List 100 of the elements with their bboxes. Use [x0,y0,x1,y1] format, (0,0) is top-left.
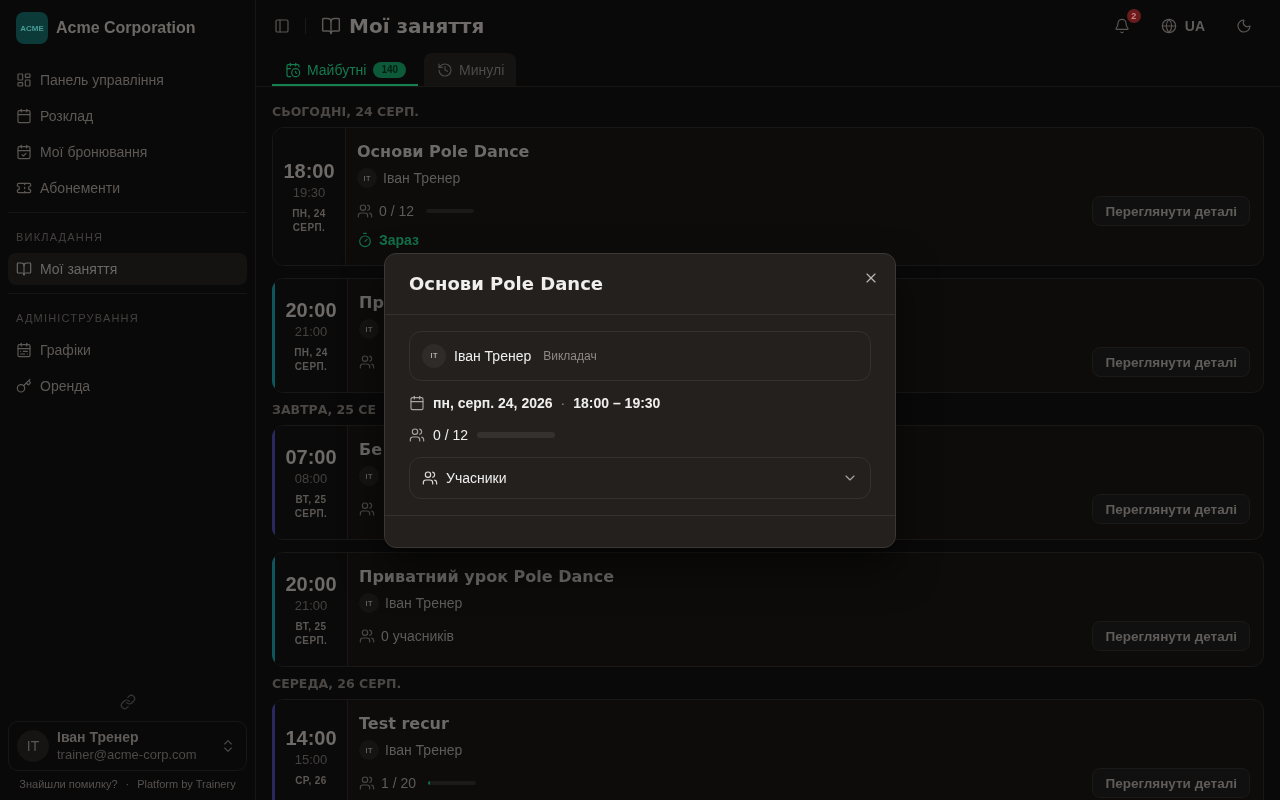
date-label: ВТ, 25 [295,619,327,634]
end-time: 15:00 [294,750,328,769]
globe-icon [1160,18,1177,34]
session-time: 18:00 – 19:30 [573,393,661,413]
book-icon [321,16,341,36]
start-time: 18:00 [283,158,335,183]
users-icon [359,501,375,517]
modal-title: Основи Pole Dance [409,271,604,296]
logo: ACME [16,12,48,44]
session-title: Пр [359,292,384,314]
separator: · [560,393,566,413]
page-title: Мої заняття [349,13,485,39]
instructor-name: Іван Тренер [454,346,532,366]
users-icon [422,469,438,486]
start-time: 20:00 [285,571,337,596]
day-heading: ЗАВТРА, 25 СЕ [272,401,376,419]
capacity-count: 0 / 12 [433,425,469,445]
calendar-icon [16,108,32,124]
section-label: АДМІНІСТРУВАННЯ [15,311,140,326]
date-label: СЕРП. [294,633,328,648]
instructor-name: Іван Тренер [385,594,463,613]
user-name: Іван Тренер [57,729,140,746]
users-icon [357,203,373,219]
calendar-check-icon [16,144,32,160]
separator: · [125,778,130,791]
start-time: 14:00 [285,725,337,750]
status-label: Зараз [379,231,420,250]
avatar: IT [359,466,379,486]
instructor-name: Іван Тренер [385,741,463,760]
avatar: IT [17,730,49,762]
tab[interactable]: Минулі [424,53,517,86]
role-label: Викладач [543,347,597,365]
date-label: СЕРП. [294,506,328,521]
avatar: IT [359,593,379,613]
bell-icon [1113,18,1130,34]
timer-icon [357,232,373,248]
notification-badge: 2 [1126,9,1141,23]
calendar-icon [16,342,32,358]
credit-text: Platform by Trainery [137,778,236,791]
users-icon [359,354,375,370]
history-icon [437,61,454,78]
participant-count: 0 учасників [381,627,454,646]
calendar-clock-icon [285,61,301,78]
details-button[interactable]: Переглянути деталі [1092,196,1250,226]
details-button[interactable]: Переглянути деталі [1092,494,1250,524]
sidebar-item[interactable]: Мої заняття [8,253,247,285]
users-icon [359,775,375,791]
ticket-icon [16,180,32,196]
start-time: 20:00 [285,297,337,322]
calendar-icon [409,394,425,411]
users-icon [359,628,375,644]
user-email: trainer@acme-corp.com [57,746,198,763]
sidebar-item[interactable]: Оренда [8,370,247,402]
user-menu-button[interactable]: IT Іван Тренер trainer@acme-corp.com [8,721,247,771]
session-title: Приватний урок Pole Dance [359,566,615,588]
date-label: ВТ, 25 [295,492,327,507]
end-time: 08:00 [294,469,328,488]
session-title: Бе [359,439,383,461]
book-icon [16,261,32,277]
date-label: СЕРП. [292,220,326,235]
key-icon [16,378,32,394]
participant-count: 1 / 20 [381,774,417,793]
session-date: пн, серп. 24, 2026 [433,393,553,413]
sidebar-item[interactable]: Панель управління [8,64,247,96]
avatar: IT [359,319,379,339]
instructor-name: Іван Тренер [383,169,461,188]
avatar: IT [422,343,446,368]
tab[interactable]: Майбутні 140 [272,53,419,86]
details-button[interactable]: Переглянути деталі [1092,621,1250,651]
avatar: IT [359,740,379,760]
panel-icon [274,18,290,34]
end-time: 21:00 [294,596,328,615]
date-label: СЕРП. [294,359,328,374]
sidebar-item[interactable]: Мої бронювання [8,136,247,168]
dashboard-icon [16,72,32,88]
date-label: СР, 26 [295,773,327,788]
details-button[interactable]: Переглянути деталі [1092,347,1250,377]
users-icon [409,426,425,443]
sidebar-item[interactable]: Графіки [8,334,247,366]
report-link[interactable]: Знайшли помилку? [19,778,118,791]
start-time: 07:00 [285,444,337,469]
date-label: ПН, 24 [294,345,328,360]
link-icon[interactable] [119,694,136,710]
end-time: 19:30 [292,183,326,202]
count-badge: 140 [373,61,407,78]
date-label: ПН, 24 [292,206,326,221]
sidebar-item[interactable]: Абонементи [8,172,247,204]
moon-icon [1236,18,1252,34]
section-label: ВИКЛАДАННЯ [15,230,105,245]
participants-accordion[interactable]: Учасники [409,456,871,499]
avatar: IT [357,168,377,188]
end-time: 21:00 [294,322,328,341]
details-button[interactable]: Переглянути деталі [1092,768,1250,798]
language-button[interactable]: UA [1154,12,1211,40]
session-title: Основи Pole Dance [357,141,530,163]
day-heading: СЕРЕДА, 26 СЕРП. [272,675,402,693]
day-heading: СЬОГОДНІ, 24 СЕРП. [272,103,420,121]
participant-count: 0 / 12 [379,202,415,221]
sidebar-item[interactable]: Розклад [8,100,247,132]
brand-name: Acme Corporation [56,19,196,37]
